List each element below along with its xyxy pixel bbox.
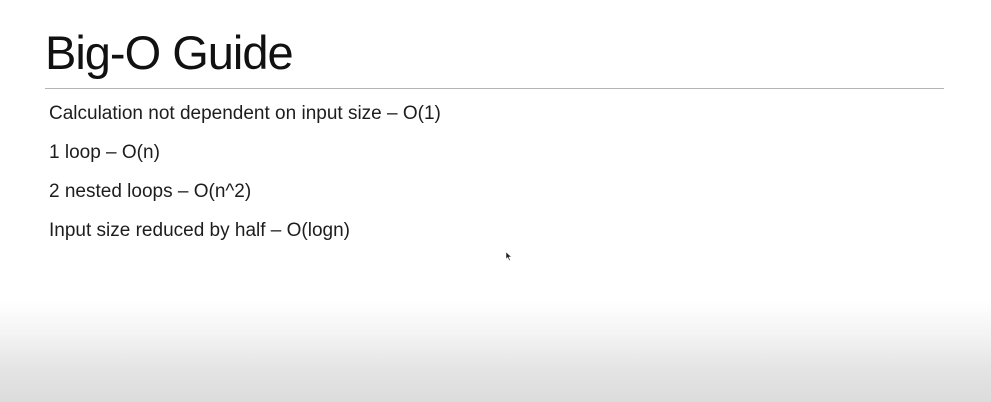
bullet-item: Calculation not dependent on input size … (49, 103, 441, 124)
title-divider (45, 88, 944, 89)
bullet-item: 1 loop – O(n) (49, 142, 160, 163)
mouse-pointer-icon (506, 252, 512, 261)
slide: Big-O Guide Calculation not dependent on… (0, 0, 991, 402)
bullet-item: Input size reduced by half – O(logn) (49, 220, 351, 241)
bullet-list: Calculation not dependent on input size … (49, 94, 441, 250)
bullet-item: 2 nested loops – O(n^2) (49, 181, 252, 202)
slide-title: Big-O Guide (45, 26, 294, 79)
